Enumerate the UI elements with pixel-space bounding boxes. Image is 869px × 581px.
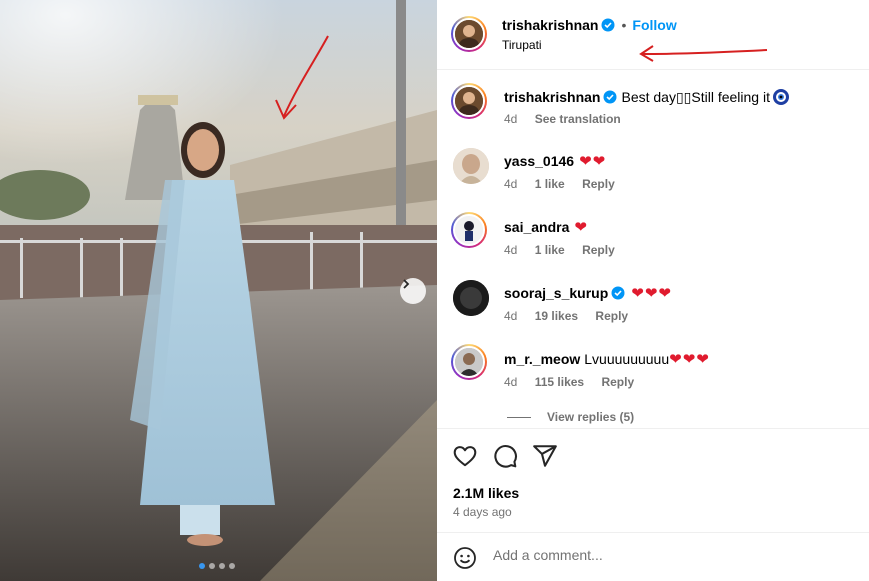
carousel-dots	[199, 563, 235, 569]
verified-badge-icon	[601, 18, 615, 32]
commenter-username[interactable]: sai_andra	[504, 219, 569, 235]
comment-likes[interactable]: 115 likes	[535, 375, 584, 389]
author-username[interactable]: trishakrishnan	[502, 17, 598, 33]
carousel-dot[interactable]	[199, 563, 205, 569]
commenter-username[interactable]: yass_0146	[504, 153, 574, 169]
follow-button[interactable]: Follow	[632, 17, 676, 33]
carousel-dot[interactable]	[229, 563, 235, 569]
caption-username[interactable]: trishakrishnan	[504, 89, 600, 105]
emoji-icon[interactable]	[453, 546, 477, 570]
heart-icon[interactable]	[452, 443, 478, 469]
commenter-username[interactable]: m_r._meow	[504, 351, 580, 367]
comment-time: 4d	[504, 309, 518, 323]
comment-input[interactable]	[493, 547, 833, 563]
reply-button[interactable]: Reply	[582, 177, 615, 191]
caption-avatar[interactable]	[451, 83, 487, 119]
commenter-avatar[interactable]	[451, 212, 487, 248]
comment-icon[interactable]	[492, 443, 518, 469]
add-comment-bar	[437, 532, 869, 581]
separator-dot: •	[621, 17, 627, 33]
share-icon[interactable]	[532, 443, 558, 469]
comments-list: trishakrishnan Best day▯▯Still feeling i…	[437, 70, 869, 428]
heart-emojis: ❤❤	[579, 153, 607, 170]
next-arrow-icon	[403, 279, 410, 289]
verified-badge-icon	[611, 286, 625, 300]
view-replies-label: View replies (5)	[547, 410, 635, 424]
commenter-avatar[interactable]	[453, 148, 489, 184]
carousel-dot[interactable]	[219, 563, 225, 569]
commenter-username[interactable]: sooraj_s_kurup	[504, 285, 608, 301]
reply-button[interactable]: Reply	[582, 243, 615, 257]
author-avatar[interactable]	[451, 16, 487, 52]
see-translation-link[interactable]: See translation	[535, 112, 621, 126]
comment-likes[interactable]: 1 like	[535, 243, 565, 257]
heart-emojis: ❤	[574, 219, 588, 236]
annotation-arrow-location	[639, 45, 768, 62]
comment-time: 4d	[504, 243, 518, 257]
next-slide-button[interactable]	[400, 278, 426, 304]
post-location[interactable]: Tirupati	[502, 38, 542, 52]
heart-emojis: ❤❤❤	[631, 285, 672, 302]
caption-text: Best day▯▯Still feeling it	[621, 88, 770, 105]
comment-text: Lvuuuuuuuuu	[584, 351, 670, 367]
comment-time: 4d	[504, 375, 518, 389]
post-actions: 2.1M likes 4 days ago	[437, 428, 869, 532]
reply-button[interactable]: Reply	[601, 375, 634, 389]
post-photo	[0, 0, 437, 581]
photo-scene	[0, 0, 437, 581]
comment-likes[interactable]: 19 likes	[535, 309, 578, 323]
commenter-avatar[interactable]	[451, 344, 487, 380]
caption-time: 4d	[504, 112, 518, 126]
nazar-emoji-icon	[772, 89, 789, 105]
commenter-avatar[interactable]	[453, 280, 489, 316]
comment-time: 4d	[504, 177, 518, 191]
view-replies-button[interactable]: View replies (5)	[507, 410, 634, 424]
replies-divider	[507, 416, 531, 418]
post-side-panel: trishakrishnan • Follow Tirupati trishak…	[437, 0, 869, 581]
post-header: trishakrishnan • Follow Tirupati	[437, 0, 869, 70]
heart-emojis: ❤❤❤	[669, 351, 710, 368]
reply-button[interactable]: Reply	[595, 309, 628, 323]
likes-count[interactable]: 2.1M likes	[453, 485, 519, 501]
verified-badge-icon	[603, 90, 617, 104]
comment-likes[interactable]: 1 like	[535, 177, 565, 191]
carousel-dot[interactable]	[209, 563, 215, 569]
post-age: 4 days ago	[453, 505, 512, 519]
